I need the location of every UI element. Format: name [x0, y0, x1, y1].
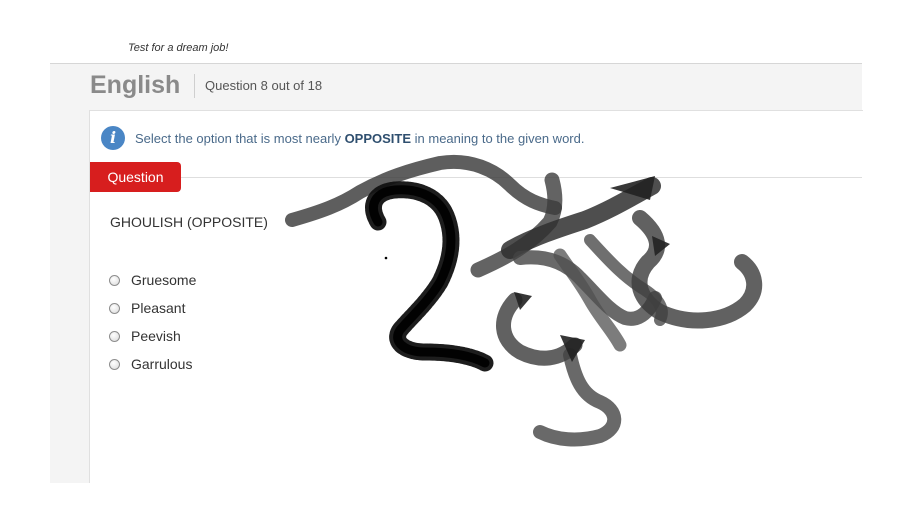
question-progress: Question 8 out of 18 — [205, 78, 323, 93]
option-garrulous[interactable]: Garrulous — [109, 354, 192, 374]
instruction-text: Select the option that is most nearly OP… — [135, 131, 584, 146]
option-pleasant[interactable]: Pleasant — [109, 298, 185, 318]
radio-button[interactable] — [109, 358, 120, 370]
instruction-text-after: in meaning to the given word. — [411, 131, 585, 146]
instruction-text-before: Select the option that is most nearly — [135, 131, 345, 146]
option-peevish[interactable]: Peevish — [109, 326, 181, 346]
radio-button[interactable] — [109, 302, 120, 314]
question-text: GHOULISH (OPPOSITE) — [110, 214, 268, 230]
title-divider — [194, 74, 195, 98]
info-icon: i — [101, 126, 125, 150]
radio-button[interactable] — [109, 330, 120, 342]
option-gruesome[interactable]: Gruesome — [109, 270, 196, 290]
question-card — [89, 110, 863, 483]
instruction-emphasis: OPPOSITE — [344, 131, 412, 146]
question-divider — [180, 177, 862, 178]
section-title: English — [90, 71, 181, 99]
question-tab: Question — [90, 162, 181, 192]
radio-button[interactable] — [109, 274, 120, 286]
option-label: Peevish — [131, 328, 181, 344]
option-label: Pleasant — [131, 300, 186, 316]
tagline: Test for a dream job! — [128, 42, 229, 54]
option-label: Garrulous — [131, 356, 193, 372]
option-label: Gruesome — [131, 272, 197, 288]
